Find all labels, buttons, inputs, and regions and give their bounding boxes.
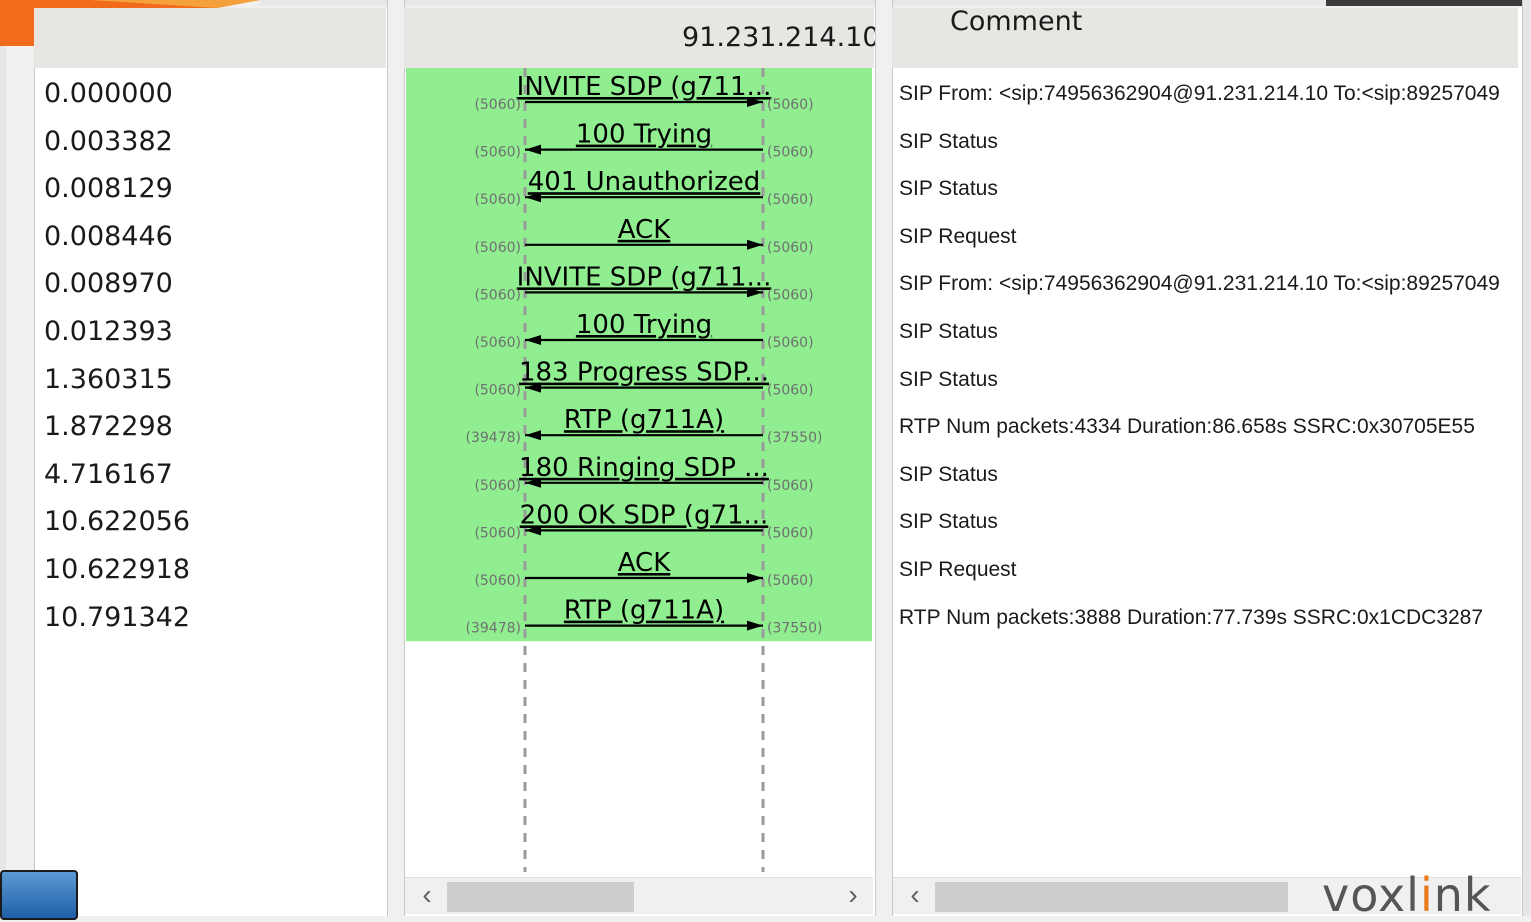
voxlink-logo: voxlink (1322, 868, 1492, 922)
comment-scroll-thumb[interactable] (935, 882, 1288, 912)
comment-cell[interactable]: SIP Status (899, 451, 1517, 498)
time-cell[interactable]: 0.003382 (44, 118, 173, 165)
comment-cell[interactable]: SIP Request (899, 213, 1517, 260)
window-top-bar (1326, 0, 1531, 6)
dst-port-label: (5060) (767, 145, 814, 161)
message-label[interactable]: ACK (618, 215, 671, 245)
time-cell[interactable]: 0.008446 (44, 213, 173, 260)
dst-port-label: (5060) (767, 573, 814, 589)
src-port-label: (5060) (474, 478, 521, 494)
dst-port-label: (5060) (767, 525, 814, 541)
src-port-label: (5060) (474, 335, 521, 351)
src-port-label: (5060) (474, 97, 521, 113)
time-cell[interactable]: 0.012393 (44, 308, 173, 355)
time-cell[interactable]: 10.622918 (44, 546, 190, 593)
comment-cell[interactable]: SIP Status (899, 165, 1517, 212)
message-label[interactable]: RTP (g711A) (564, 596, 724, 626)
dst-port-label: (37550) (767, 430, 822, 446)
src-port-label: (5060) (474, 192, 521, 208)
time-cell[interactable]: 4.716167 (44, 451, 173, 498)
call-flow-diagram: INVITE SDP (g711...(5060) (5060)100 Tryin… (406, 68, 872, 872)
time-cell[interactable]: 10.622056 (44, 498, 190, 545)
src-port-label: (5060) (474, 525, 521, 541)
time-column-header (34, 8, 386, 68)
message-label[interactable]: 401 Unauthorized (528, 167, 760, 197)
message-label[interactable]: RTP (g711A) (564, 405, 724, 435)
comment-cell[interactable]: SIP Status (899, 498, 1517, 545)
message-label[interactable]: INVITE SDP (g711... (517, 72, 772, 102)
message-label[interactable]: 100 Trying (576, 120, 712, 150)
taskbar-app-icon[interactable] (0, 870, 78, 920)
comment-cell[interactable]: SIP Status (899, 118, 1517, 165)
time-cell[interactable]: 0.008970 (44, 260, 173, 307)
message-label[interactable]: 180 Ringing SDP ... (519, 453, 769, 483)
dst-port-label: (5060) (767, 335, 814, 351)
message-label[interactable]: INVITE SDP (g711... (517, 262, 772, 292)
time-cell[interactable]: 0.000000 (44, 70, 173, 117)
dst-port-label: (5060) (767, 240, 814, 256)
comment-cell[interactable]: SIP Request (899, 546, 1517, 593)
message-label[interactable]: 183 Progress SDP... (519, 358, 769, 388)
src-port-label: (5060) (474, 240, 521, 256)
src-port-label: (5060) (474, 573, 521, 589)
time-cell[interactable]: 0.008129 (44, 165, 173, 212)
pane-splitter-left[interactable] (387, 0, 405, 916)
dst-port-label: (37550) (767, 621, 822, 637)
window-right-edge (1522, 0, 1531, 916)
comment-cell[interactable]: SIP From: <sip:74956362904@91.231.214.10… (899, 70, 1517, 117)
pane-splitter-right[interactable] (875, 0, 893, 916)
logo-text-accent: i (1419, 868, 1434, 922)
scroll-left-arrow[interactable]: ‹ (409, 878, 445, 914)
comment-column-title: Comment (950, 6, 1083, 37)
time-cell[interactable]: 10.791342 (44, 594, 190, 641)
window-left-edge (0, 0, 6, 916)
src-port-label: (39478) (466, 621, 521, 637)
dst-port-label: (5060) (767, 478, 814, 494)
logo-text-end: nk (1433, 868, 1492, 922)
comment-scroll-left-arrow[interactable]: ‹ (897, 878, 933, 914)
time-cell[interactable]: 1.360315 (44, 356, 173, 403)
message-label[interactable]: 200 OK SDP (g71... (520, 500, 769, 530)
scroll-right-arrow[interactable]: › (835, 878, 871, 914)
comment-cell[interactable]: SIP Status (899, 356, 1517, 403)
dst-port-label: (5060) (767, 192, 814, 208)
scroll-thumb[interactable] (447, 882, 634, 912)
logo-text-main: voxl (1322, 868, 1420, 922)
comment-cell[interactable]: SIP From: <sip:74956362904@91.231.214.10… (899, 260, 1517, 307)
dst-port-label: (5060) (767, 383, 814, 399)
time-cell[interactable]: 1.872298 (44, 403, 173, 450)
comment-cell[interactable]: RTP Num packets:4334 Duration:86.658s SS… (899, 403, 1517, 450)
src-port-label: (5060) (474, 383, 521, 399)
dst-port-label: (5060) (767, 97, 814, 113)
comment-cell[interactable]: SIP Status (899, 308, 1517, 355)
dst-port-label: (5060) (767, 287, 814, 303)
src-port-label: (39478) (466, 430, 521, 446)
src-port-label: (5060) (474, 287, 521, 303)
flow-horizontal-scrollbar[interactable]: ‹ › (405, 877, 873, 914)
message-label[interactable]: 100 Trying (576, 310, 712, 340)
comment-cell[interactable]: RTP Num packets:3888 Duration:77.739s SS… (899, 594, 1517, 641)
message-label[interactable]: ACK (618, 548, 671, 578)
src-port-label: (5060) (474, 145, 521, 161)
